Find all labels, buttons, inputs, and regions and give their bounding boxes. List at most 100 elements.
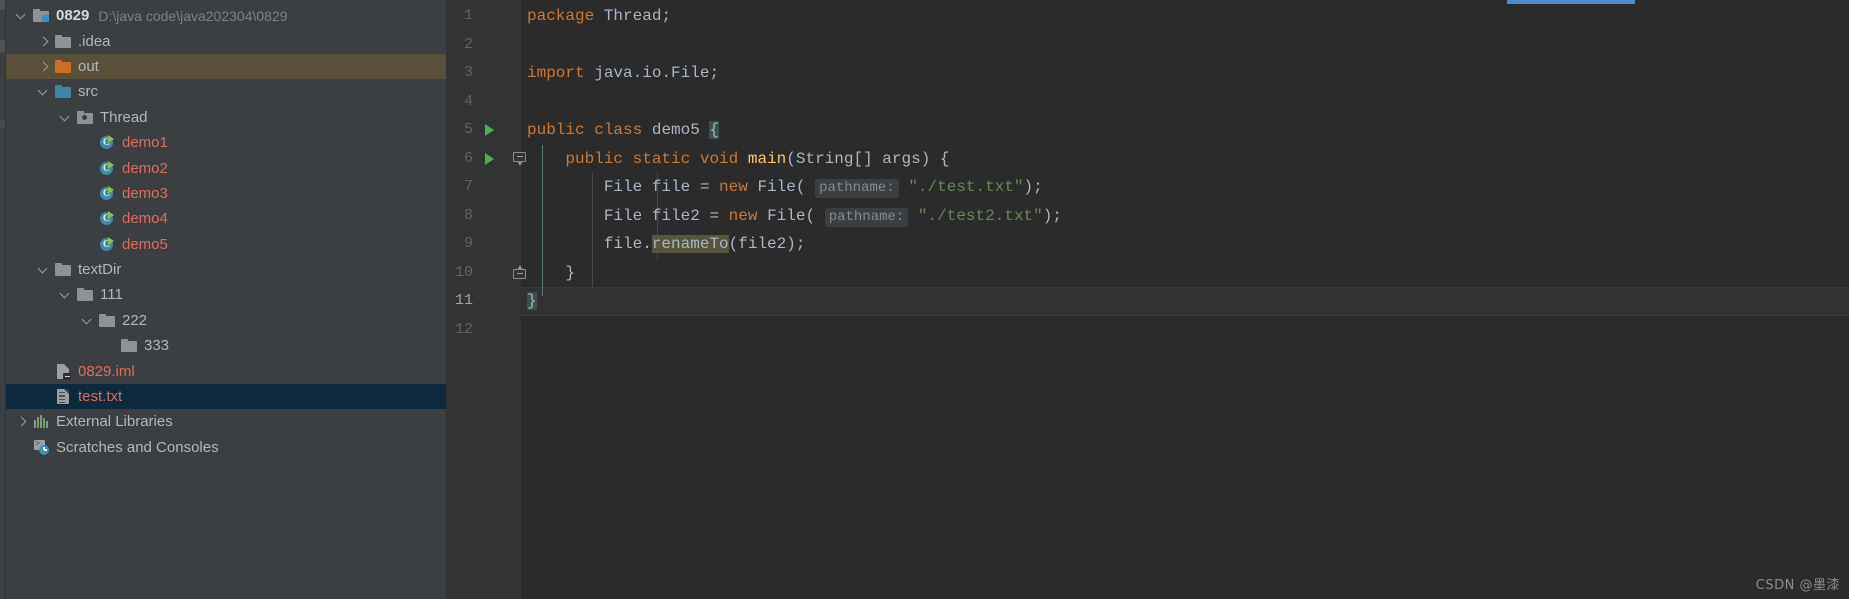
package-icon (77, 109, 94, 126)
tree-item-label: 0829.iml (78, 362, 135, 380)
tree-row-demo2[interactable]: Cdemo2 (6, 155, 446, 180)
code-line-7: File file = new File( pathname: "./test.… (603, 178, 1043, 198)
code-line-8: File file2 = new File( pathname: "./test… (603, 206, 1062, 227)
chevron-right-icon[interactable] (36, 59, 51, 74)
tree-row-out[interactable]: out (6, 53, 446, 80)
ide-window: 0829 D:\java code\java202304\0829 .idea out… (0, 0, 1849, 599)
chevron-right-icon[interactable] (36, 34, 51, 49)
folder-icon (77, 286, 94, 303)
line-number-4: 4 (463, 92, 473, 110)
iml-file-icon (55, 363, 72, 380)
horizontal-scrollbar[interactable] (1507, 0, 1635, 4)
run-gutter-icon-line-5[interactable] (485, 124, 494, 136)
tree-item-label: .idea (78, 32, 111, 50)
chevron-down-icon[interactable] (80, 313, 95, 328)
line-number-8: 8 (463, 206, 473, 224)
tree-item-label: out (78, 57, 99, 75)
line-number-1: 1 (463, 7, 473, 24)
java-class-icon: C (99, 210, 116, 227)
tool-strip-mark-low (0, 120, 5, 128)
tree-item-label: 111 (100, 286, 123, 304)
fold-toggle-line-6[interactable] (513, 151, 526, 167)
tree-item-label: test.txt (78, 388, 123, 406)
tree-item-label: 333 (144, 337, 170, 355)
tree-row-333[interactable]: 333 (6, 333, 446, 358)
tree-row-src[interactable]: src (6, 79, 446, 104)
chevron-down-icon[interactable] (36, 84, 51, 99)
tree-item-label: demo3 (122, 184, 168, 202)
tree-item-label: 0829 (56, 7, 90, 25)
tree-row-demo3[interactable]: Cdemo3 (6, 181, 446, 206)
tree-row-0829-iml[interactable]: 0829.iml (6, 358, 446, 383)
tree-item-label: demo1 (122, 134, 168, 152)
code-editor[interactable]: 1 2 3 4 5 6 7 8 9 10 11 12 package Thread; import ja… (447, 0, 1849, 599)
code-line-3: import java.io.File; (527, 64, 720, 82)
tree-item-label: External Libraries (56, 413, 173, 431)
project-tree-panel[interactable]: 0829 D:\java code\java202304\0829 .idea out… (6, 0, 447, 599)
tree-row-demo1[interactable]: Cdemo1 (6, 130, 446, 155)
tool-strip-mark-mid (0, 40, 5, 52)
project-root-icon (33, 7, 50, 24)
caret-line-highlight (521, 287, 1849, 316)
tree-item-label: Scratches and Consoles (56, 438, 219, 456)
tree-row-test-txt[interactable]: test.txt (6, 383, 446, 410)
java-class-icon: C (99, 134, 116, 151)
code-line-11: } (527, 292, 537, 310)
folder-icon (55, 261, 72, 278)
chevron-down-icon[interactable] (58, 110, 73, 125)
line-number-7: 7 (463, 178, 473, 195)
folder-orange-icon (55, 58, 72, 75)
code-text-area[interactable]: package Thread; import java.io.File; publi… (521, 0, 1849, 599)
line-number-9: 9 (463, 235, 473, 252)
line-number-12: 12 (454, 320, 473, 338)
code-line-10: } (527, 263, 576, 282)
folder-source-icon (55, 83, 72, 100)
code-line-5: public class demo5 { (527, 121, 720, 139)
editor-gutter[interactable]: 1 2 3 4 5 6 7 8 9 10 11 12 (447, 0, 526, 599)
tree-row-111[interactable]: 111 (6, 282, 446, 307)
run-gutter-icon-line-6[interactable] (485, 152, 494, 165)
tree-row-thread[interactable]: Thread (6, 105, 446, 130)
tool-strip-mark-top (0, 0, 5, 10)
tree-item-label: 222 (122, 311, 148, 329)
code-line-6: public static void main(String[] args) { (565, 149, 950, 168)
line-number-2: 2 (463, 35, 473, 53)
fold-toggle-line-10[interactable] (513, 264, 526, 284)
tree-row-0829[interactable]: 0829 D:\java code\java202304\0829 (6, 3, 446, 28)
tree-row-scratches-and-consoles[interactable]: > Scratches and Consoles (6, 435, 446, 460)
scratches-icon: > (33, 439, 50, 456)
java-class-icon: C (99, 185, 116, 202)
text-file-icon (55, 388, 72, 405)
chevron-down-icon[interactable] (14, 8, 29, 23)
tree-item-label: src (78, 83, 98, 101)
code-line-9: file.renameTo(file2); (603, 235, 806, 253)
chevron-down-icon[interactable] (36, 262, 51, 277)
tree-row-demo5[interactable]: Cdemo5 (6, 232, 446, 257)
project-path-note: D:\java code\java202304\0829 (98, 7, 288, 24)
chevron-down-icon[interactable] (58, 287, 73, 302)
line-number-11: 11 (454, 292, 473, 309)
tree-row-textdir[interactable]: textDir (6, 257, 446, 282)
java-class-icon: C (99, 236, 116, 253)
tree-row-222[interactable]: 222 (6, 308, 446, 333)
folder-icon (121, 337, 138, 354)
tree-row--idea[interactable]: .idea (6, 28, 446, 53)
tree-item-label: demo4 (122, 210, 168, 228)
tree-item-label: demo2 (122, 159, 168, 177)
folder-icon (99, 312, 116, 329)
tree-row-external-libraries[interactable]: External Libraries (6, 409, 446, 434)
chevron-right-icon[interactable] (14, 414, 29, 429)
watermark-label: CSDN @墨漆 (1755, 578, 1840, 593)
tree-row-demo4[interactable]: Cdemo4 (6, 206, 446, 231)
external-libraries-icon (33, 413, 50, 430)
line-number-3: 3 (463, 64, 473, 81)
